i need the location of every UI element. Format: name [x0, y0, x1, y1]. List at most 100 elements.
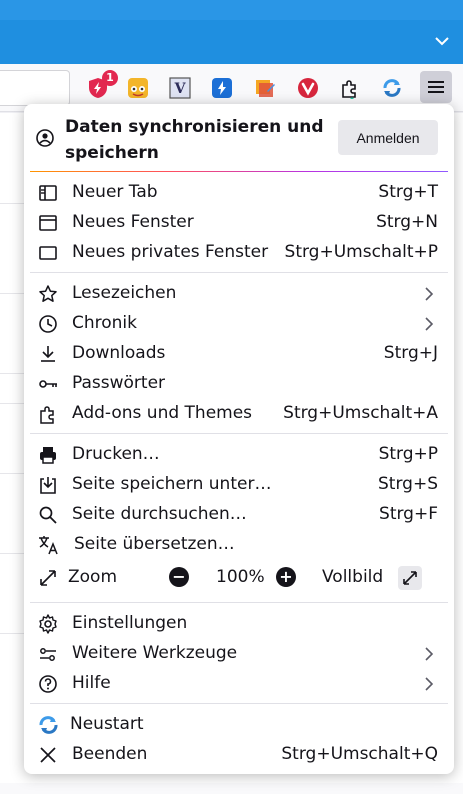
vimium-icon[interactable]: V [168, 76, 192, 100]
menu-item-find-in-page[interactable]: Seite durchsuchen… Strg+F [24, 500, 454, 530]
shortcut-label: Strg+F [379, 504, 438, 524]
help-icon [38, 674, 58, 694]
chevron-right-icon [424, 676, 434, 697]
puzzle-icon [38, 404, 58, 424]
menu-item-settings[interactable]: Einstellungen [24, 609, 454, 639]
save-page-icon [38, 475, 58, 495]
title-bar-top [0, 0, 463, 20]
key-icon [38, 374, 58, 394]
menu-item-label: Neustart [70, 714, 144, 734]
account-icon [36, 129, 54, 151]
menu-item-label: Passwörter [72, 373, 166, 393]
menu-item-restart[interactable]: Neustart [24, 710, 454, 740]
menu-item-label: Weitere Werkzeuge [72, 643, 238, 663]
private-window-icon [38, 243, 58, 263]
menu-item-downloads[interactable]: Downloads Strg+J [24, 339, 454, 369]
zoom-level-button[interactable]: 100% [216, 567, 265, 587]
fullscreen-label: Vollbild [322, 567, 384, 587]
stylus-icon[interactable] [126, 76, 150, 100]
translate-icon [38, 535, 58, 555]
menu-item-label: Seite speichern unter… [72, 474, 272, 494]
shortcut-label: Strg+S [378, 474, 438, 494]
clock-icon [38, 314, 58, 334]
menu-item-label: Drucken… [72, 444, 160, 464]
zoom-label: Zoom [68, 567, 118, 587]
shortcut-label: Strg+Umschalt+A [283, 403, 438, 423]
menu-separator [30, 703, 448, 704]
sync-section: Daten synchronisieren und speichern Anme… [24, 104, 454, 174]
menu-item-label: Seite übersetzen… [74, 534, 235, 554]
zoom-out-button[interactable]: − [169, 567, 189, 587]
menu-item-addons[interactable]: Add-ons und Themes Strg+Umschalt+A [24, 399, 454, 429]
menu-item-passwords[interactable]: Passwörter [24, 369, 454, 399]
menu-item-translate[interactable]: Seite übersetzen… [24, 530, 454, 560]
shortcut-label: Strg+J [383, 343, 438, 363]
sync-description: Daten synchronisieren und speichern [65, 117, 324, 163]
restart-icon [38, 715, 58, 735]
sync-tabs-icon[interactable] [380, 76, 404, 100]
close-icon [38, 745, 58, 765]
menu-item-label: Add-ons und Themes [72, 403, 253, 423]
menu-item-new-tab[interactable]: Neuer Tab Strg+T [24, 178, 454, 208]
tools-icon [38, 644, 58, 664]
notification-badge: 1 [102, 70, 118, 86]
hamburger-icon [428, 81, 444, 93]
menu-item-label: Einstellungen [72, 613, 188, 633]
menu-item-label: Seite durchsuchen… [72, 504, 247, 524]
chevron-right-icon [424, 316, 434, 337]
fullscreen-button[interactable] [398, 566, 422, 590]
menu-item-new-window[interactable]: Neues Fenster Strg+N [24, 208, 454, 238]
shortcut-label: Strg+T [378, 182, 438, 202]
menu-item-help[interactable]: Hilfe [24, 669, 454, 699]
picture-edit-icon[interactable] [253, 76, 277, 100]
chevron-right-icon [424, 646, 434, 667]
window-icon [38, 213, 58, 233]
printer-icon [38, 445, 58, 465]
menu-item-label: Neuer Tab [72, 182, 158, 202]
vivaldi-icon[interactable] [296, 76, 320, 100]
shortcut-label: Strg+Umschalt+Q [281, 744, 438, 764]
chevron-right-icon [424, 286, 434, 307]
menu-item-label: Downloads [72, 343, 166, 363]
menu-item-label: Lesezeichen [72, 283, 177, 303]
app-menu-panel: Daten synchronisieren und speichern Anme… [24, 104, 454, 774]
puzzle-extensions-icon[interactable] [338, 76, 362, 100]
menu-item-label: Hilfe [72, 673, 111, 693]
menu-item-bookmarks[interactable]: Lesezeichen [24, 279, 454, 309]
vimium-letter: V [174, 81, 187, 97]
bottom-strip [0, 783, 463, 794]
shortcut-label: Strg+Umschalt+P [284, 242, 438, 262]
shortcut-label: Strg+N [376, 212, 438, 232]
menu-item-label: Beenden [72, 744, 148, 764]
menu-item-new-private-window[interactable]: Neues privates Fenster Strg+Umschalt+P [24, 238, 454, 268]
title-bar [0, 0, 463, 64]
menu-separator [30, 433, 448, 434]
shortcut-label: Strg+P [378, 444, 438, 464]
menu-separator [30, 602, 448, 603]
menu-item-label: Neues Fenster [72, 212, 194, 232]
chevron-down-icon[interactable] [433, 32, 451, 50]
zoom-in-button[interactable]: + [276, 567, 296, 587]
search-icon [38, 505, 58, 525]
zoom-icon [38, 568, 58, 588]
menu-item-print[interactable]: Drucken… Strg+P [24, 440, 454, 470]
new-tab-icon [38, 183, 58, 203]
download-icon [38, 344, 58, 364]
menu-separator [30, 272, 448, 273]
ublock-icon[interactable]: 1 [86, 70, 118, 100]
menu-item-label: Neues privates Fenster [72, 242, 269, 262]
gear-icon [38, 614, 58, 634]
menu-item-save-page[interactable]: Seite speichern unter… Strg+S [24, 470, 454, 500]
url-bar[interactable] [0, 70, 70, 106]
star-icon [38, 284, 58, 304]
bolt-icon[interactable] [210, 76, 234, 100]
hamburger-menu-button[interactable] [420, 71, 452, 103]
menu-item-label: Chronik [72, 313, 138, 333]
menu-item-more-tools[interactable]: Weitere Werkzeuge [24, 639, 454, 669]
menu-item-quit[interactable]: Beenden Strg+Umschalt+Q [24, 740, 454, 770]
zoom-controls: Zoom − 100% + Vollbild [24, 563, 454, 593]
sync-divider [30, 171, 448, 172]
sign-in-button[interactable]: Anmelden [338, 120, 438, 155]
fullscreen-icon [403, 571, 417, 585]
menu-item-history[interactable]: Chronik [24, 309, 454, 339]
